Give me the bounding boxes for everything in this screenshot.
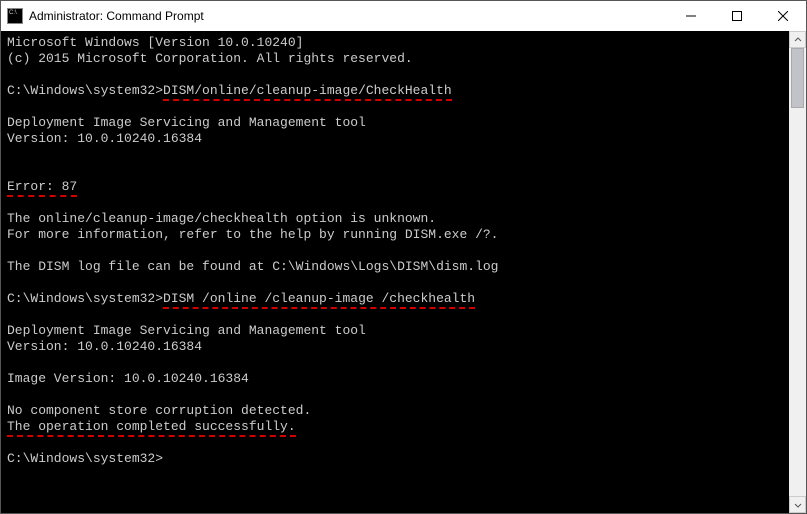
output-line: The DISM log file can be found at C:\Win… bbox=[7, 259, 498, 274]
prompt: C:\Windows\system32> bbox=[7, 291, 163, 306]
chevron-down-icon bbox=[794, 501, 802, 509]
window-controls bbox=[668, 1, 806, 31]
output-line: Microsoft Windows [Version 10.0.10240] bbox=[7, 35, 303, 50]
output-line: Image Version: 10.0.10240.16384 bbox=[7, 371, 249, 386]
maximize-icon bbox=[732, 11, 742, 21]
cmd-icon bbox=[7, 8, 23, 24]
chevron-up-icon bbox=[794, 36, 802, 44]
vertical-scrollbar[interactable] bbox=[789, 31, 806, 513]
output-line: (c) 2015 Microsoft Corporation. All righ… bbox=[7, 51, 413, 66]
prompt: C:\Windows\system32> bbox=[7, 83, 163, 98]
prompt: C:\Windows\system32> bbox=[7, 451, 163, 466]
titlebar[interactable]: Administrator: Command Prompt bbox=[1, 1, 806, 31]
output-line: Version: 10.0.10240.16384 bbox=[7, 131, 202, 146]
scrollbar-track[interactable] bbox=[789, 48, 806, 496]
maximize-button[interactable] bbox=[714, 1, 760, 31]
output-line: The online/cleanup-image/checkhealth opt… bbox=[7, 211, 436, 226]
minimize-button[interactable] bbox=[668, 1, 714, 31]
output-line: Version: 10.0.10240.16384 bbox=[7, 339, 202, 354]
console-area: Microsoft Windows [Version 10.0.10240] (… bbox=[1, 31, 806, 513]
output-line: Deployment Image Servicing and Managemen… bbox=[7, 115, 366, 130]
error-line: Error: 87 bbox=[7, 179, 77, 197]
close-icon bbox=[778, 11, 788, 21]
output-line: Deployment Image Servicing and Managemen… bbox=[7, 323, 366, 338]
scrollbar-thumb[interactable] bbox=[791, 48, 804, 108]
output-line: No component store corruption detected. bbox=[7, 403, 311, 418]
command-prompt-window: Administrator: Command Prompt Microsoft … bbox=[0, 0, 807, 514]
scroll-down-button[interactable] bbox=[789, 496, 806, 513]
output-line: For more information, refer to the help … bbox=[7, 227, 498, 242]
command-input: DISM /online /cleanup-image /checkhealth bbox=[163, 291, 475, 309]
success-line: The operation completed successfully. bbox=[7, 419, 296, 437]
minimize-icon bbox=[686, 11, 696, 21]
scroll-up-button[interactable] bbox=[789, 31, 806, 48]
console-output[interactable]: Microsoft Windows [Version 10.0.10240] (… bbox=[1, 31, 789, 513]
window-title: Administrator: Command Prompt bbox=[29, 9, 668, 23]
close-button[interactable] bbox=[760, 1, 806, 31]
command-input: DISM/online/cleanup-image/CheckHealth bbox=[163, 83, 452, 101]
